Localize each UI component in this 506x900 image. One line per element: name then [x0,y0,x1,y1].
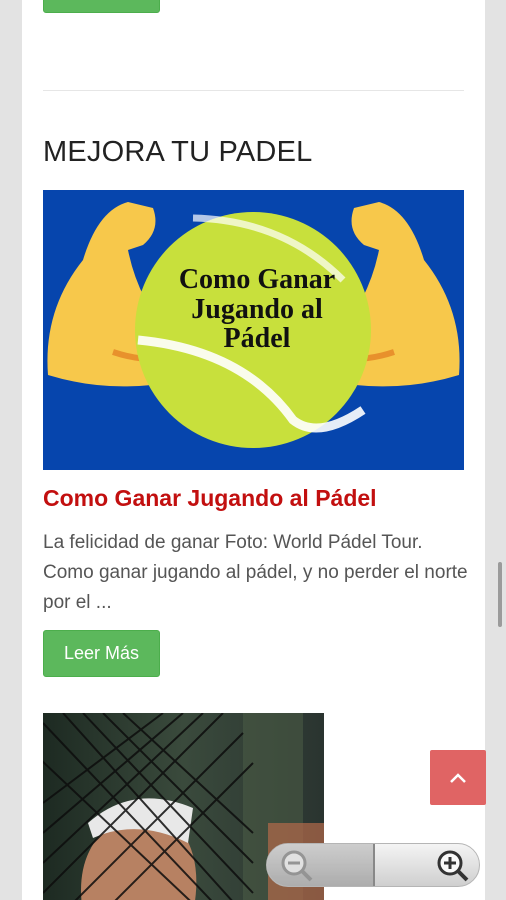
post-title-link[interactable]: Como Ganar Jugando al Pádel [43,485,377,512]
scrollbar-thumb[interactable] [498,562,502,627]
post-excerpt: La felicidad de ganar Foto: World Pádel … [43,532,468,613]
post-featured-image[interactable]: Como Ganar Jugando al Pádel [43,190,464,470]
section-divider [43,90,464,91]
zoom-in-button[interactable] [375,844,479,886]
hero-text-line-3: Pádel [224,323,291,354]
zoom-out-icon [281,850,313,882]
zoom-control [266,843,480,887]
section-title: MEJORA TU PADEL [43,136,313,168]
hero-text-line-2: Jugando al [191,294,323,325]
previous-read-more-button[interactable] [43,0,160,13]
hero-text-line-1: Como Ganar [179,264,335,295]
back-to-top-button[interactable] [430,750,486,805]
content-column: MEJORA TU PADEL Como Ganar Jugando al Pá… [22,0,485,900]
zoom-out-button[interactable] [267,844,373,886]
read-more-button[interactable]: Leer Más [43,630,160,677]
zoom-in-icon [437,850,469,882]
chevron-up-icon [450,772,466,783]
